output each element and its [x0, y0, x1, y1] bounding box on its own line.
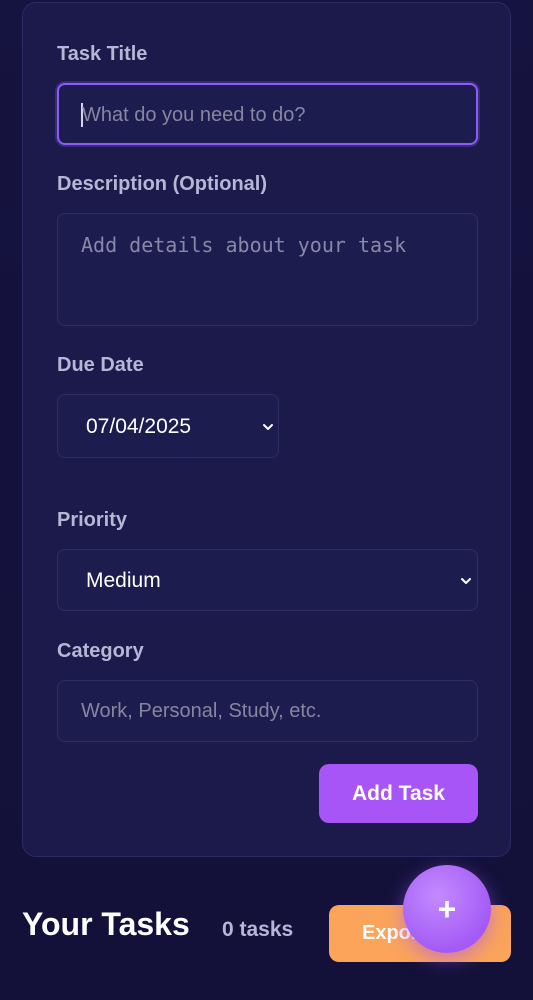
- priority-value: Medium: [86, 569, 161, 592]
- tasks-heading: Your Tasks: [22, 906, 190, 942]
- chevron-down-icon: [459, 574, 473, 588]
- tasks-count: 0 tasks: [222, 918, 294, 941]
- due-date-label: Due Date: [57, 354, 144, 376]
- task-title-placeholder: What do you need to do?: [82, 104, 306, 126]
- add-task-button[interactable]: Add Task: [319, 764, 478, 823]
- due-date-input[interactable]: 07/04/2025: [57, 394, 279, 458]
- priority-label: Priority: [57, 509, 128, 531]
- add-task-fab[interactable]: +: [403, 865, 491, 953]
- category-label: Category: [57, 640, 144, 662]
- category-placeholder: Work, Personal, Study, etc.: [81, 700, 322, 722]
- due-date-value: 07/04/2025: [86, 415, 192, 438]
- chevron-down-icon[interactable]: [261, 420, 275, 434]
- page: Task Title What do you need to do? Descr…: [0, 0, 533, 1000]
- description-textarea[interactable]: Add details about your task: [57, 213, 478, 326]
- description-label: Description (Optional): [57, 173, 267, 195]
- priority-select[interactable]: Medium: [57, 549, 478, 611]
- task-title-input[interactable]: What do you need to do?: [57, 83, 478, 145]
- task-title-label: Task Title: [57, 43, 148, 65]
- description-placeholder: Add details about your task: [81, 233, 407, 257]
- category-input[interactable]: Work, Personal, Study, etc.: [57, 680, 478, 742]
- plus-icon: +: [437, 891, 457, 927]
- add-task-form: Task Title What do you need to do? Descr…: [22, 2, 511, 857]
